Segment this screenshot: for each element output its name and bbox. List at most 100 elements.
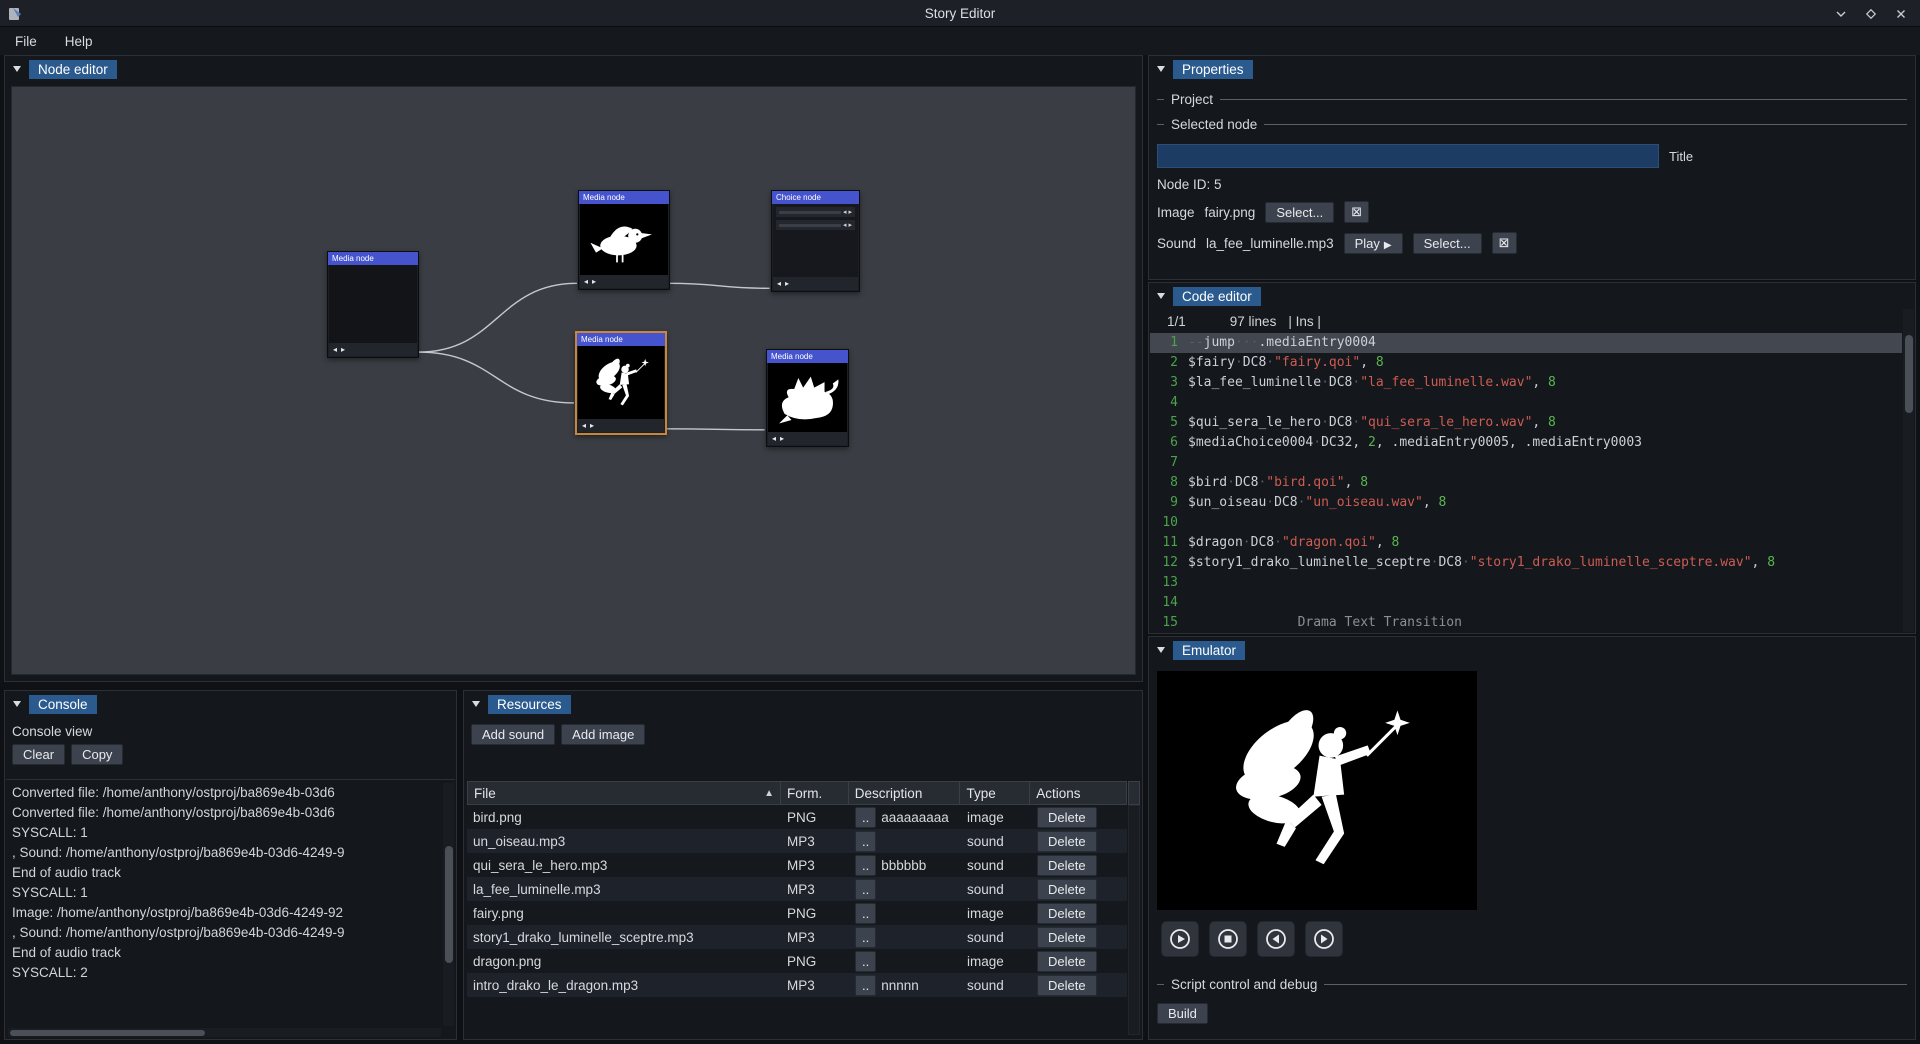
console-hscrollbar[interactable] [8, 1028, 441, 1037]
console-vscroll-thumb[interactable] [445, 846, 453, 963]
collapse-icon[interactable] [1156, 645, 1166, 655]
collapse-icon[interactable] [471, 699, 481, 709]
graph-node-choice[interactable]: Choice node◂▸◂▸◂▸ [771, 190, 860, 292]
collapse-icon[interactable] [12, 64, 22, 74]
delete-button[interactable]: Delete [1037, 927, 1097, 948]
console-hscroll-thumb[interactable] [10, 1030, 205, 1036]
media-forward-icon[interactable]: ▸ [590, 421, 594, 430]
properties-title[interactable]: Properties [1173, 60, 1253, 79]
code-line-10[interactable]: 10 [1150, 513, 1902, 533]
choice-option-row[interactable]: ◂▸ [776, 220, 855, 230]
code-line-3[interactable]: 3$la_fee_luminelle·DC8·"la_fee_luminelle… [1150, 373, 1902, 393]
media-back-icon[interactable]: ◂ [772, 434, 776, 443]
code-line-12[interactable]: 12$story1_drako_luminelle_sceptre·DC8·"s… [1150, 553, 1902, 573]
media-forward-icon[interactable]: ▸ [848, 208, 852, 216]
description-edit-button[interactable]: .. [855, 831, 876, 852]
media-forward-icon[interactable]: ▸ [785, 279, 789, 288]
add-sound-button[interactable]: Add sound [471, 724, 555, 745]
code-line-15[interactable]: 15 Drama Text Transition [1150, 613, 1902, 632]
media-forward-icon[interactable]: ▸ [341, 345, 345, 354]
clear-button[interactable]: Clear [12, 744, 65, 765]
sound-clear-button[interactable]: ⊠ [1492, 232, 1517, 254]
minimize-button[interactable] [1834, 7, 1848, 21]
resources-title[interactable]: Resources [488, 695, 571, 714]
column-header-description[interactable]: Description [849, 782, 961, 804]
delete-button[interactable]: Delete [1037, 807, 1097, 828]
table-row[interactable]: qui_sera_le_hero.mp3MP3..bbbbbbsoundDele… [467, 853, 1127, 877]
media-back-icon[interactable]: ◂ [584, 277, 588, 286]
emulator-title[interactable]: Emulator [1173, 641, 1245, 660]
graph-node-dragon[interactable]: Media node◂▸ [766, 349, 849, 447]
code-line-4[interactable]: 4 [1150, 393, 1902, 413]
collapse-icon[interactable] [1156, 64, 1166, 74]
description-edit-button[interactable]: .. [855, 927, 876, 948]
table-row[interactable]: fairy.pngPNG..imageDelete [467, 901, 1127, 925]
menu-file[interactable]: File [15, 34, 37, 49]
media-back-icon[interactable]: ◂ [333, 345, 337, 354]
code-vscrollbar[interactable] [1903, 309, 1914, 632]
media-forward-icon[interactable]: ▸ [592, 277, 596, 286]
code-line-6[interactable]: 6$mediaChoice0004·DC32, 2, .mediaEntry00… [1150, 433, 1902, 453]
code-line-9[interactable]: 9$un_oiseau·DC8·"un_oiseau.wav", 8 [1150, 493, 1902, 513]
console-title[interactable]: Console [29, 695, 97, 714]
media-forward-icon[interactable]: ▸ [848, 221, 852, 229]
table-row[interactable]: story1_drako_luminelle_sceptre.mp3MP3..s… [467, 925, 1127, 949]
title-input[interactable] [1157, 144, 1659, 168]
graph-node-start[interactable]: Media node◂▸ [327, 251, 419, 358]
column-header-file[interactable]: File ▲ [468, 782, 781, 804]
description-edit-button[interactable]: .. [855, 855, 876, 876]
table-row[interactable]: bird.pngPNG..aaaaaaaaaimageDelete [467, 805, 1127, 829]
console-log[interactable]: Converted file: /home/anthony/ostproj/ba… [6, 779, 455, 1038]
description-edit-button[interactable]: .. [855, 879, 876, 900]
code-line-11[interactable]: 11$dragon·DC8·"dragon.qoi", 8 [1150, 533, 1902, 553]
code-line-2[interactable]: 2$fairy·DC8·"fairy.qoi", 8 [1150, 353, 1902, 373]
menu-help[interactable]: Help [65, 34, 93, 49]
code-line-7[interactable]: 7 [1150, 453, 1902, 473]
maximize-button[interactable] [1864, 7, 1878, 21]
graph-node-bird[interactable]: Media node◂▸ [578, 190, 670, 290]
description-edit-button[interactable]: .. [855, 951, 876, 972]
media-forward-icon[interactable]: ▸ [780, 434, 784, 443]
delete-button[interactable]: Delete [1037, 951, 1097, 972]
stop-button[interactable] [1209, 921, 1247, 957]
play-button[interactable] [1161, 921, 1199, 957]
code-line-8[interactable]: 8$bird·DC8·"bird.qoi", 8 [1150, 473, 1902, 493]
media-back-icon[interactable]: ◂ [843, 208, 847, 216]
close-button[interactable] [1894, 7, 1908, 21]
delete-button[interactable]: Delete [1037, 903, 1097, 924]
copy-button[interactable]: Copy [71, 744, 123, 765]
sound-play-button[interactable]: Play▶ [1344, 233, 1403, 254]
description-edit-button[interactable]: .. [855, 975, 876, 996]
delete-button[interactable]: Delete [1037, 855, 1097, 876]
media-back-icon[interactable]: ◂ [582, 421, 586, 430]
image-select-button[interactable]: Select... [1265, 202, 1334, 223]
column-header-type[interactable]: Type [960, 782, 1030, 804]
step-back-button[interactable] [1257, 921, 1295, 957]
node-editor-title[interactable]: Node editor [29, 60, 117, 79]
image-clear-button[interactable]: ⊠ [1344, 201, 1369, 223]
description-edit-button[interactable]: .. [855, 807, 876, 828]
code-lines[interactable]: 1--jump···.mediaEntry00042$fairy·DC8·"fa… [1150, 333, 1902, 632]
table-row[interactable]: la_fee_luminelle.mp3MP3..soundDelete [467, 877, 1127, 901]
column-header-form[interactable]: Form. [781, 782, 849, 804]
code-line-5[interactable]: 5$qui_sera_le_hero·DC8·"qui_sera_le_hero… [1150, 413, 1902, 433]
code-line-1[interactable]: 1--jump···.mediaEntry0004 [1150, 333, 1902, 353]
build-button[interactable]: Build [1157, 1003, 1208, 1024]
code-line-14[interactable]: 14 [1150, 593, 1902, 613]
table-row[interactable]: intro_drako_le_dragon.mp3MP3..nnnnnsound… [467, 973, 1127, 997]
collapse-icon[interactable] [1156, 291, 1166, 301]
table-row[interactable]: un_oiseau.mp3MP3..soundDelete [467, 829, 1127, 853]
media-back-icon[interactable]: ◂ [843, 221, 847, 229]
node-canvas[interactable]: Media node◂▸Media node◂▸Choice node◂▸◂▸◂… [11, 86, 1136, 675]
resources-vscrollbar[interactable] [1128, 805, 1140, 1035]
collapse-icon[interactable] [12, 699, 22, 709]
description-edit-button[interactable]: .. [855, 903, 876, 924]
media-back-icon[interactable]: ◂ [777, 279, 781, 288]
delete-button[interactable]: Delete [1037, 975, 1097, 996]
code-editor-title[interactable]: Code editor [1173, 287, 1261, 306]
choice-option-row[interactable]: ◂▸ [776, 207, 855, 217]
delete-button[interactable]: Delete [1037, 879, 1097, 900]
delete-button[interactable]: Delete [1037, 831, 1097, 852]
code-vscroll-thumb[interactable] [1905, 335, 1913, 413]
code-line-13[interactable]: 13 [1150, 573, 1902, 593]
